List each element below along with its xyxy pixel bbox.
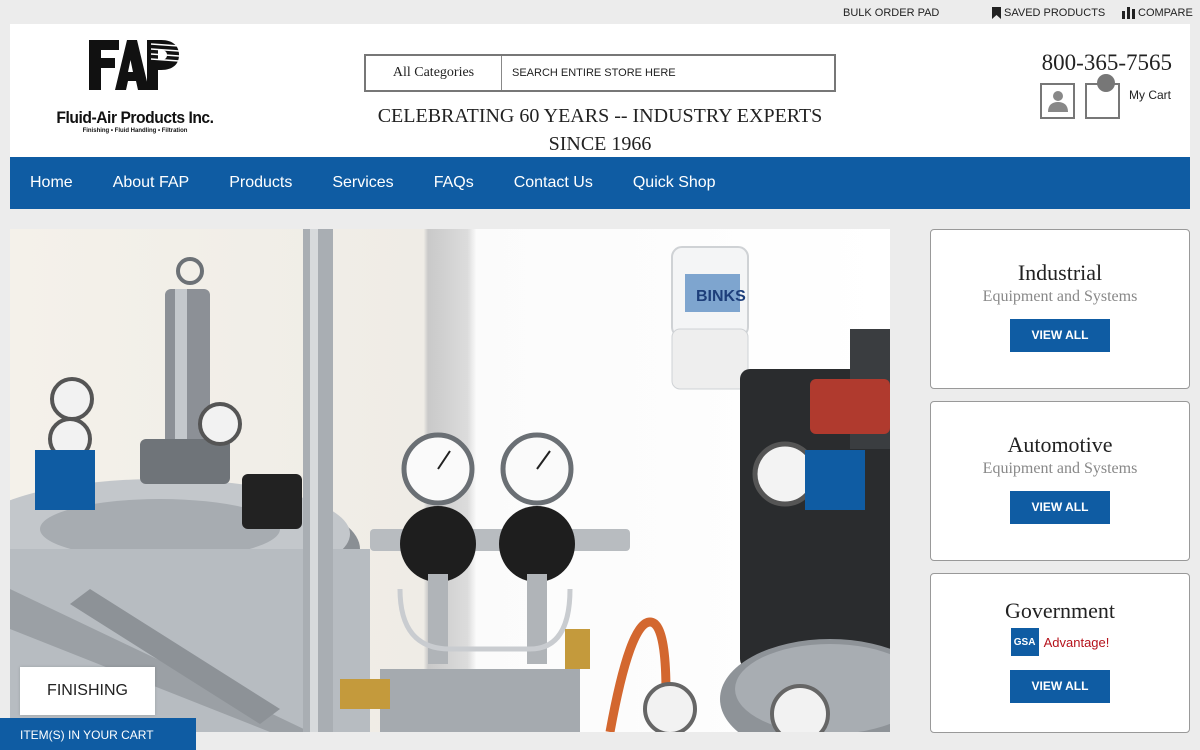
hero-image: BINKS <box>10 229 890 732</box>
logo-tagline: Finishing • Fluid Handling • Filtration <box>82 128 188 134</box>
nav-products[interactable]: Products <box>229 174 292 192</box>
industrial-view-all-button[interactable]: VIEW ALL <box>1010 319 1110 352</box>
my-cart-link[interactable]: My Cart <box>1129 88 1171 102</box>
card-subtitle: Equipment and Systems <box>982 460 1138 477</box>
category-select[interactable]: All Categories <box>366 56 502 90</box>
cart-count-badge <box>1097 74 1115 92</box>
automotive-view-all-button[interactable]: VIEW ALL <box>1010 491 1110 524</box>
search-input[interactable] <box>502 56 834 90</box>
nav-about[interactable]: About FAP <box>113 174 190 192</box>
card-title: Automotive <box>1007 432 1113 457</box>
slider-next-button[interactable] <box>805 450 865 510</box>
user-icon <box>1047 91 1068 112</box>
card-industrial: Industrial Equipment and Systems VIEW AL… <box>930 229 1190 389</box>
government-view-all-button[interactable]: VIEW ALL <box>1010 670 1110 703</box>
card-automotive: Automotive Equipment and Systems VIEW AL… <box>930 401 1190 561</box>
hero-brand-mark: BINKS <box>696 288 746 305</box>
header-tagline: CELEBRATING 60 YEARS -- INDUSTRY EXPERTS… <box>377 105 823 155</box>
nav-contact[interactable]: Contact Us <box>514 174 593 192</box>
saved-products-link[interactable]: SAVED PRODUCTS <box>992 7 1105 19</box>
main-nav: Home About FAP Products Services FAQs Co… <box>10 157 1190 209</box>
card-government: Government GSA Advantage! VIEW ALL <box>930 573 1190 733</box>
slider-prev-button[interactable] <box>35 450 95 510</box>
fap-logo-mark <box>89 40 180 90</box>
nav-home[interactable]: Home <box>30 174 73 192</box>
card-title: Industrial <box>1017 260 1103 285</box>
nav-services[interactable]: Services <box>332 174 393 192</box>
cart-items-bar[interactable]: ITEM(S) IN YOUR CART <box>0 718 196 750</box>
account-button[interactable] <box>1040 83 1075 119</box>
phone-number[interactable]: 800-365-7565 <box>1010 50 1172 76</box>
bulk-order-label: BULK ORDER PAD <box>843 7 940 19</box>
compare-label: COMPARE <box>1138 7 1193 19</box>
hero-slide-label[interactable]: FINISHING <box>20 667 155 715</box>
bulk-order-pad-link[interactable]: BULK ORDER PAD <box>843 7 939 19</box>
saved-products-label: SAVED PRODUCTS <box>1004 7 1106 19</box>
bookmark-icon <box>992 7 1001 19</box>
nav-quick-shop[interactable]: Quick Shop <box>633 174 716 192</box>
top-utility-bar: BULK ORDER PAD SAVED PRODUCTS COMPARE <box>0 0 1200 24</box>
hero-slider: BINKS FINISHING <box>10 229 890 732</box>
card-subtitle: Equipment and Systems <box>982 288 1138 305</box>
logo-brand-text: Fluid-Air Products Inc. <box>56 108 214 127</box>
gsa-advantage-logo: GSA Advantage! <box>931 628 1189 656</box>
search-bar: All Categories <box>364 54 836 92</box>
card-title: Government <box>1005 598 1115 623</box>
gsa-box: GSA <box>1010 628 1039 656</box>
site-header: Fluid-Air Products Inc. Finishing • Flui… <box>10 24 1190 157</box>
gsa-advantage-text: Advantage! <box>1043 634 1110 650</box>
site-logo[interactable]: Fluid-Air Products Inc. Finishing • Flui… <box>40 36 230 136</box>
nav-faqs[interactable]: FAQs <box>434 174 474 192</box>
compare-link[interactable]: COMPARE <box>1122 7 1193 19</box>
compare-icon <box>1122 7 1135 19</box>
